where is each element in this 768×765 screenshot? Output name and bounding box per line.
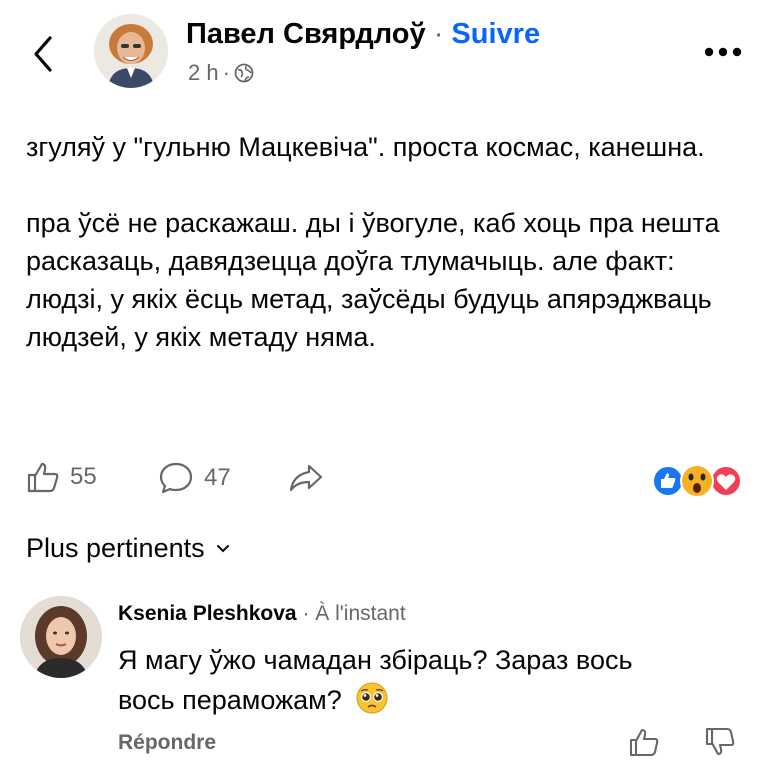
share-button[interactable] [288, 463, 324, 493]
author-avatar[interactable] [94, 14, 168, 88]
share-arrow-icon [289, 464, 323, 492]
like-button[interactable]: 55 [26, 461, 97, 493]
author-name[interactable]: Павел Свярдлоў [186, 18, 426, 50]
comment-thumbs-up-icon[interactable] [628, 727, 662, 757]
like-count: 55 [70, 463, 97, 490]
post-paragraph: згуляў у "гульню Мацкевіча". проста косм… [26, 132, 705, 162]
comment-count: 47 [204, 464, 231, 491]
more-options-icon[interactable] [704, 47, 742, 57]
comment-bubble-icon [159, 462, 193, 494]
wow-reaction-icon [680, 464, 714, 498]
reply-button[interactable]: Répondre [118, 731, 216, 755]
pleading-face-emoji-icon [356, 682, 388, 714]
reactions-summary[interactable] [652, 463, 744, 499]
like-reaction-icon [652, 465, 684, 497]
thumbs-up-icon [27, 462, 59, 493]
comment-text-block: Я магу ўжо чамадан збіраць? Зараз вось в… [118, 640, 638, 720]
back-arrow-icon[interactable] [30, 34, 56, 74]
post-meta: 2 h · [188, 60, 254, 86]
comment-sort-selector[interactable]: Plus pertinents [26, 533, 231, 564]
meta-separator: · [222, 60, 230, 85]
comment-time: À l'instant [315, 602, 406, 625]
post-paragraph: пра ўсё не раскажаш. ды і ўвогуле, каб х… [26, 208, 720, 352]
post-time[interactable]: 2 h [188, 60, 219, 86]
sort-label: Plus pertinents [26, 533, 205, 563]
globe-icon [234, 63, 254, 83]
header-separator: · [433, 18, 444, 50]
post-body: згуляў у "гульню Мацкевіча". проста косм… [26, 128, 742, 356]
chevron-down-icon [216, 544, 229, 552]
post-header-title: Павел Свярдлоў · Suivre [186, 18, 540, 51]
comment-header: Ksenia Pleshkova · À l'instant [118, 602, 406, 626]
comment-separator: · [302, 602, 310, 625]
comment-button[interactable]: 47 [158, 461, 231, 495]
love-reaction-icon [710, 465, 742, 497]
commenter-name[interactable]: Ksenia Pleshkova [118, 602, 297, 625]
follow-button[interactable]: Suivre [451, 18, 540, 50]
comment-thumbs-down-icon[interactable] [704, 727, 738, 757]
commenter-avatar[interactable] [20, 596, 102, 678]
